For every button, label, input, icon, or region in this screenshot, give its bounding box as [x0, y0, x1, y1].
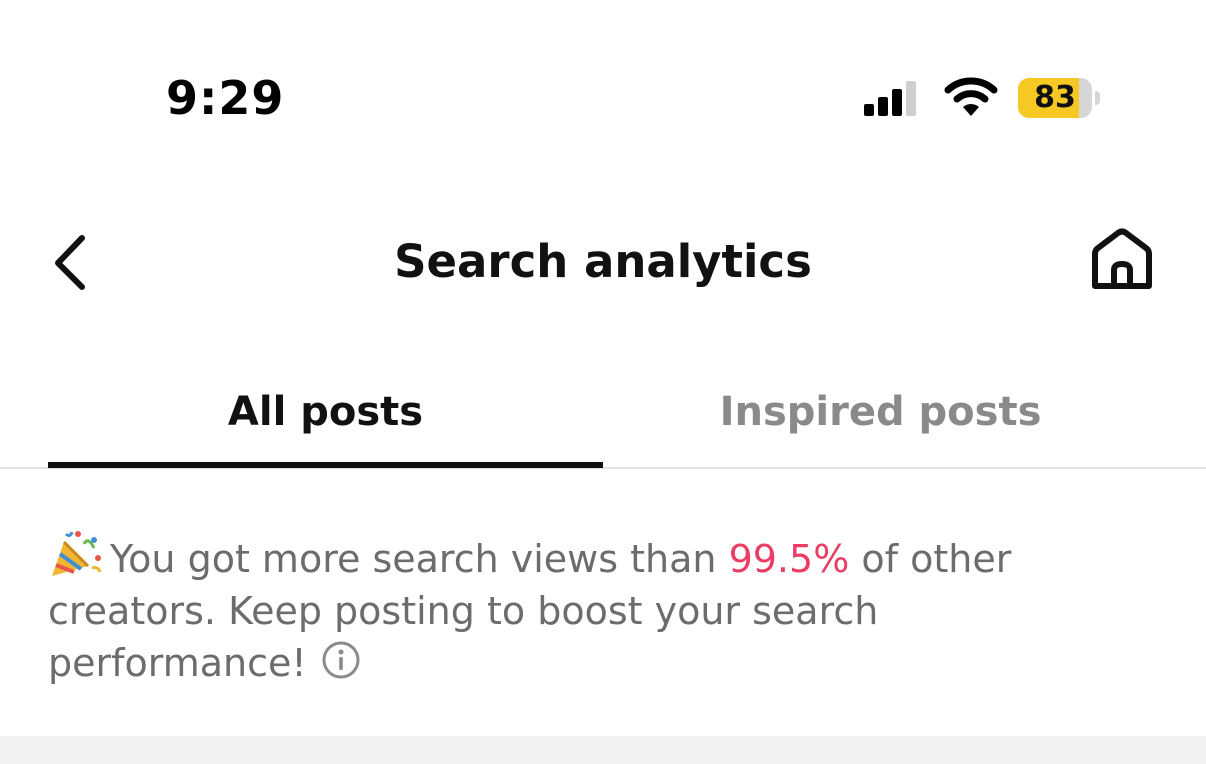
message-text-before: You got more search views than: [110, 537, 717, 581]
tab-all-posts[interactable]: All posts: [48, 382, 603, 442]
tab-inspired-posts[interactable]: Inspired posts: [603, 382, 1158, 442]
content-section-background: [0, 736, 1206, 764]
battery-tip: [1095, 91, 1100, 105]
party-popper-icon: [52, 531, 102, 576]
active-tab-indicator: [48, 462, 603, 468]
battery-indicator: 83: [1018, 78, 1100, 118]
search-performance-message: You got more search views than 99.5% of …: [48, 528, 1108, 689]
percentile-highlight: 99.5%: [728, 537, 850, 581]
search-analytics-screen: 9:29 83 Search analytics All posts Inspi…: [0, 0, 1206, 764]
page-title: Search analytics: [394, 235, 812, 288]
info-icon[interactable]: [321, 640, 361, 680]
wifi-icon: [944, 77, 998, 116]
status-time: 9:29: [166, 71, 285, 125]
home-icon: [1092, 228, 1152, 289]
battery-percent: 83: [1034, 80, 1076, 115]
cellular-signal-icon: [864, 81, 916, 116]
home-button[interactable]: [1084, 222, 1160, 298]
